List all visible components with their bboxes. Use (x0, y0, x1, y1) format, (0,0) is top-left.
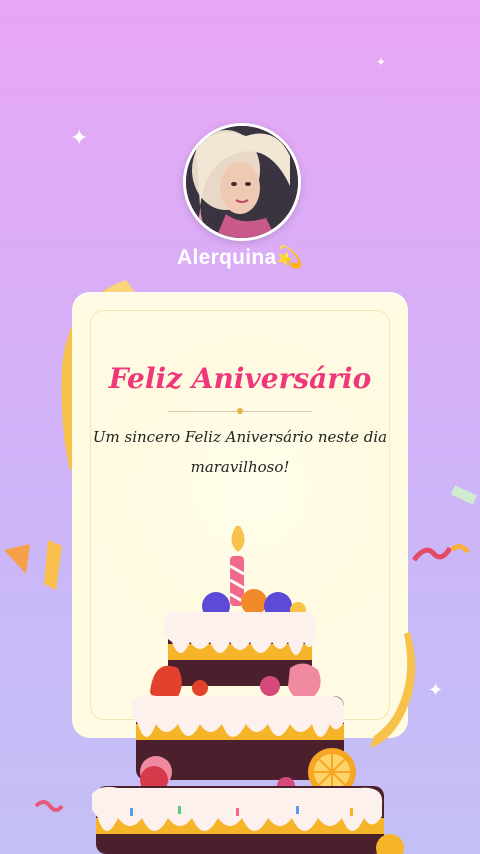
birthday-cake-illustration (92, 526, 404, 854)
avatar[interactable] (183, 123, 301, 241)
shooting-star-icon: 💫 (276, 246, 303, 269)
avatar-portrait (186, 126, 298, 238)
sparkle-icon: ✦ (376, 55, 387, 69)
card-message-line2: maravilhoso! (190, 458, 290, 476)
card-message-line1: Um sincero Feliz Aniversário neste dia (92, 428, 388, 446)
confetti-piece (412, 544, 470, 562)
username-text: Alerquina (176, 246, 277, 269)
card-message: Um sincero Feliz Aniversário neste dia m… (92, 422, 388, 482)
divider-dot (237, 408, 243, 414)
sparkle-icon: ✦ (428, 680, 444, 701)
sparkle-icon: ✦ (70, 126, 89, 151)
username: Alerquina💫 (0, 246, 480, 270)
confetti-piece (451, 485, 477, 505)
card-title: Feliz Aniversário (108, 362, 372, 395)
